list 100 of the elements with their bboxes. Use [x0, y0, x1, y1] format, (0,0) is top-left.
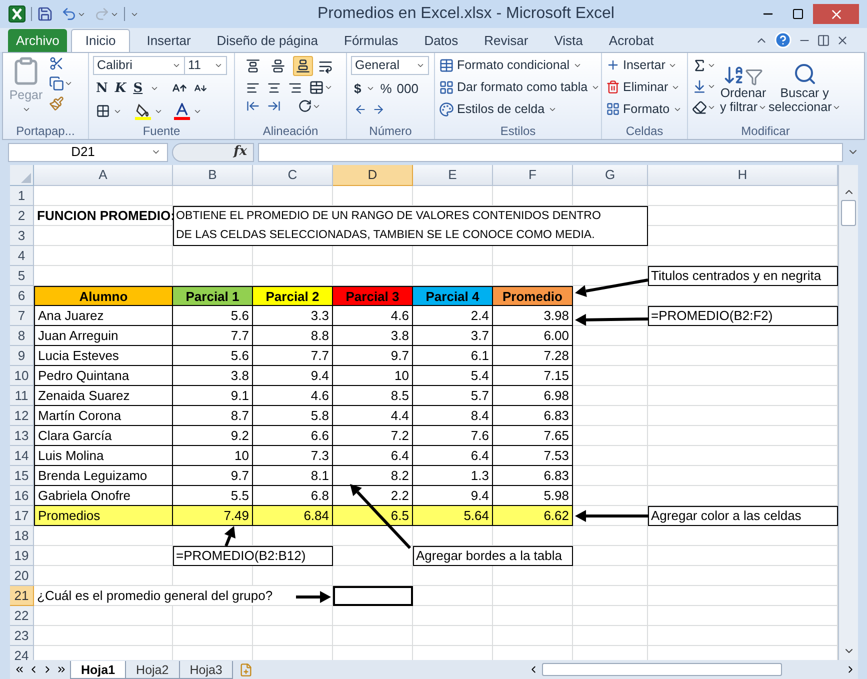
- number-format-button[interactable]: $: [354, 79, 362, 98]
- sheet-cell[interactable]: [648, 486, 838, 506]
- decrease-indent-icon[interactable]: [246, 99, 260, 113]
- help-icon[interactable]: [774, 31, 792, 49]
- increase-decimal-icon[interactable]: [354, 102, 367, 116]
- sheet-cell[interactable]: [648, 346, 838, 366]
- ribbon-tab[interactable]: Vista: [541, 29, 596, 52]
- clear-icon[interactable]: [692, 100, 707, 115]
- column-header[interactable]: A: [34, 165, 173, 186]
- sheet-cell[interactable]: [648, 606, 838, 626]
- ribbon-tab[interactable]: Revisar: [471, 29, 542, 52]
- row-header[interactable]: 11: [10, 386, 34, 406]
- sheet-cell[interactable]: [573, 526, 648, 546]
- column-header[interactable]: F: [493, 165, 573, 186]
- styles-menu-button[interactable]: Formato condicional: [439, 56, 600, 74]
- row-header[interactable]: 8: [10, 326, 34, 346]
- sheet-cell[interactable]: [493, 246, 573, 266]
- increase-indent-icon[interactable]: [267, 99, 281, 113]
- sheet-cell[interactable]: [573, 446, 648, 466]
- row-header[interactable]: 24: [10, 646, 34, 660]
- column-header[interactable]: D: [333, 165, 413, 186]
- excel-logo-icon[interactable]: [8, 5, 26, 23]
- sheet-cell[interactable]: [648, 366, 838, 386]
- column-header[interactable]: H: [648, 165, 838, 186]
- sheet-cell[interactable]: [648, 466, 838, 486]
- column-header[interactable]: E: [413, 165, 493, 186]
- number-format-button[interactable]: %: [380, 79, 392, 98]
- sheet-cell[interactable]: [573, 466, 648, 486]
- sheet-cell[interactable]: [34, 186, 173, 206]
- sheet-cell[interactable]: [648, 386, 838, 406]
- sheet-cell[interactable]: [173, 566, 253, 586]
- sheet-cell[interactable]: [493, 586, 573, 606]
- fill-icon[interactable]: [692, 79, 707, 94]
- close-icon[interactable]: [836, 34, 849, 46]
- sheet-cell[interactable]: [413, 186, 493, 206]
- sheet-cell[interactable]: [493, 606, 573, 626]
- redo-icon[interactable]: [94, 6, 110, 22]
- align-left-icon[interactable]: [246, 80, 260, 94]
- align-right-icon[interactable]: [288, 80, 302, 94]
- sheet-cell[interactable]: [253, 246, 333, 266]
- row-header[interactable]: 6: [10, 286, 34, 306]
- name-box[interactable]: D21: [8, 142, 168, 162]
- sheet-cell[interactable]: [573, 346, 648, 366]
- copy-icon[interactable]: [49, 76, 64, 91]
- sheet-cell[interactable]: [34, 526, 173, 546]
- sheet-cell[interactable]: [648, 546, 838, 566]
- selected-cell[interactable]: [333, 586, 413, 606]
- align-center-icon[interactable]: [267, 80, 281, 94]
- sheet-cell[interactable]: [648, 586, 838, 606]
- sheet-cell[interactable]: [648, 206, 838, 226]
- save-icon[interactable]: [37, 6, 53, 22]
- row-header[interactable]: 14: [10, 446, 34, 466]
- sheet-cell[interactable]: [333, 246, 413, 266]
- sheet-cell[interactable]: [648, 426, 838, 446]
- sheet-cell[interactable]: [413, 526, 493, 546]
- row-header[interactable]: 2: [10, 206, 34, 226]
- find-select-button[interactable]: Buscar y seleccionar: [768, 56, 841, 123]
- row-header[interactable]: 12: [10, 406, 34, 426]
- sheet-cell[interactable]: [333, 186, 413, 206]
- sheet-cell[interactable]: [573, 606, 648, 626]
- autosum-icon[interactable]: [692, 58, 707, 73]
- ribbon-tab[interactable]: Insertar: [134, 29, 204, 52]
- sheet-cell[interactable]: [493, 186, 573, 206]
- row-header[interactable]: 16: [10, 486, 34, 506]
- column-header[interactable]: C: [253, 165, 333, 186]
- sheet-cell[interactable]: [34, 266, 173, 286]
- sheet-cell[interactable]: [413, 246, 493, 266]
- sheet-cell[interactable]: [648, 226, 838, 246]
- sheet-cell[interactable]: [34, 226, 173, 246]
- row-header[interactable]: 18: [10, 526, 34, 546]
- column-header[interactable]: G: [573, 165, 648, 186]
- ribbon-tab[interactable]: Inicio: [71, 29, 130, 52]
- last-sheet-icon[interactable]: [56, 664, 67, 675]
- sheet-cell[interactable]: [413, 566, 493, 586]
- file-tab[interactable]: Archivo: [8, 29, 68, 52]
- ribbon-tab[interactable]: Acrobat: [596, 29, 667, 52]
- first-sheet-icon[interactable]: [14, 664, 25, 675]
- sheet-cell[interactable]: [648, 246, 838, 266]
- ribbon-tab[interactable]: Diseño de página: [204, 29, 331, 52]
- row-header[interactable]: 9: [10, 346, 34, 366]
- wrap-text-icon[interactable]: [318, 58, 333, 74]
- sheet-cell[interactable]: [34, 566, 173, 586]
- sheet-cell[interactable]: [413, 606, 493, 626]
- sheet-cell[interactable]: [573, 626, 648, 646]
- scroll-thumb[interactable]: [841, 200, 856, 226]
- sheet-cell[interactable]: [573, 426, 648, 446]
- sheet-cell[interactable]: [173, 626, 253, 646]
- sheet-tab[interactable]: Hoja2: [125, 660, 180, 678]
- row-header[interactable]: 7: [10, 306, 34, 326]
- vertical-align-button[interactable]: [293, 56, 313, 76]
- orientation-icon[interactable]: [298, 99, 312, 113]
- sheet-cell[interactable]: [34, 246, 173, 266]
- vertical-scrollbar[interactable]: [838, 165, 858, 660]
- sheet-cell[interactable]: [648, 286, 838, 306]
- row-header[interactable]: 3: [10, 226, 34, 246]
- ribbon-tab[interactable]: Datos: [411, 29, 472, 52]
- row-header[interactable]: 5: [10, 266, 34, 286]
- row-header[interactable]: 4: [10, 246, 34, 266]
- select-all-button[interactable]: [10, 165, 34, 186]
- row-header[interactable]: 17: [10, 506, 34, 526]
